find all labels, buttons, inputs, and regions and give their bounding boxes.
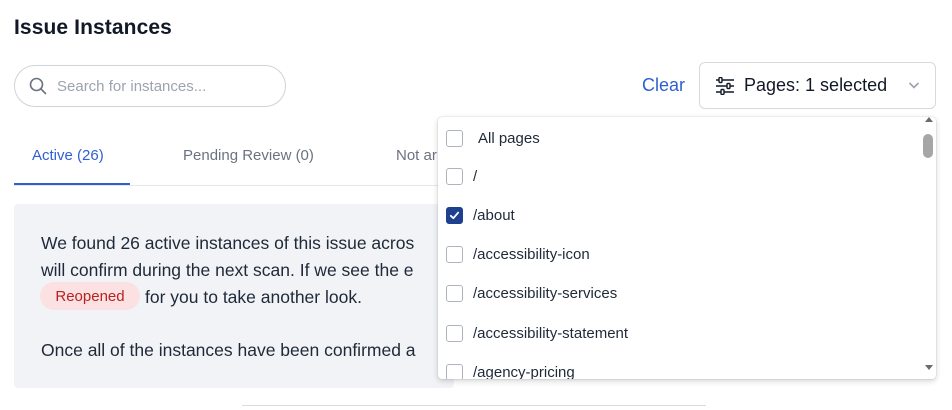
tab-not-ar[interactable]: Not ar: [396, 147, 437, 164]
pages-option-label: /accessibility-services: [473, 284, 618, 302]
pages-option-label: /agency-pricing: [473, 363, 575, 380]
clear-filters-link[interactable]: Clear: [642, 75, 685, 96]
checkbox[interactable]: [446, 129, 463, 147]
search-box[interactable]: [14, 65, 286, 107]
check-icon: [449, 211, 460, 219]
tab-pending-review[interactable]: Pending Review (0): [183, 147, 314, 164]
scroll-thumb[interactable]: [923, 134, 933, 158]
pages-option-all[interactable]: All pages: [438, 119, 918, 157]
pages-option-about[interactable]: /about: [438, 196, 918, 234]
tab-active[interactable]: Active (26): [32, 147, 104, 164]
pages-option-label: All pages: [478, 129, 540, 147]
info-text-line-3: for you to take another look.: [145, 287, 362, 307]
pages-option-accessibility-statement[interactable]: /accessibility-statement: [438, 314, 918, 352]
search-input[interactable]: [57, 77, 257, 95]
tabs-divider: [14, 185, 438, 186]
pages-option-agency-pricing[interactable]: /agency-pricing: [438, 353, 918, 379]
pages-option-label: /about: [473, 206, 515, 224]
instance-tabs: Active (26) Pending Review (0) Not ar: [14, 128, 454, 186]
dropdown-scrollbar[interactable]: [922, 117, 936, 379]
status-badge: Reopened: [40, 282, 140, 310]
pages-filter-label: Pages: 1 selected: [744, 75, 888, 95]
checkbox[interactable]: [446, 245, 463, 263]
pages-option-label: /accessibility-statement: [473, 324, 629, 342]
sliders-icon: [716, 76, 734, 95]
page-title: Issue Instances: [14, 16, 172, 39]
info-text-line-1: We found 26 active instances of this iss…: [41, 233, 415, 253]
scroll-up-icon[interactable]: [925, 117, 933, 122]
pages-option-accessibility-services[interactable]: /accessibility-services: [438, 274, 918, 312]
info-text-line-2: will confirm during the next scan. If we…: [41, 260, 414, 280]
info-panel: We found 26 active instances of this iss…: [14, 204, 454, 388]
chevron-down-icon: [908, 82, 920, 89]
pages-filter-button[interactable]: Pages: 1 selected: [699, 62, 936, 109]
checkbox[interactable]: [446, 363, 463, 379]
bottom-divider: [242, 405, 706, 406]
pages-option-label: /: [473, 167, 478, 185]
pages-option-accessibility-icon[interactable]: /accessibility-icon: [438, 235, 918, 273]
checkbox[interactable]: [446, 167, 463, 185]
info-text-line-4: Once all of the instances have been conf…: [41, 340, 416, 360]
pages-option-label: /accessibility-icon: [473, 245, 590, 263]
checkbox[interactable]: [446, 324, 463, 342]
checkbox[interactable]: [446, 284, 463, 302]
checkbox-checked[interactable]: [446, 206, 463, 224]
search-icon: [29, 77, 47, 95]
pages-dropdown-menu: All pages / /about /accessibility-icon /…: [438, 117, 936, 379]
scroll-down-icon[interactable]: [925, 365, 933, 370]
pages-option-root[interactable]: /: [438, 157, 918, 195]
